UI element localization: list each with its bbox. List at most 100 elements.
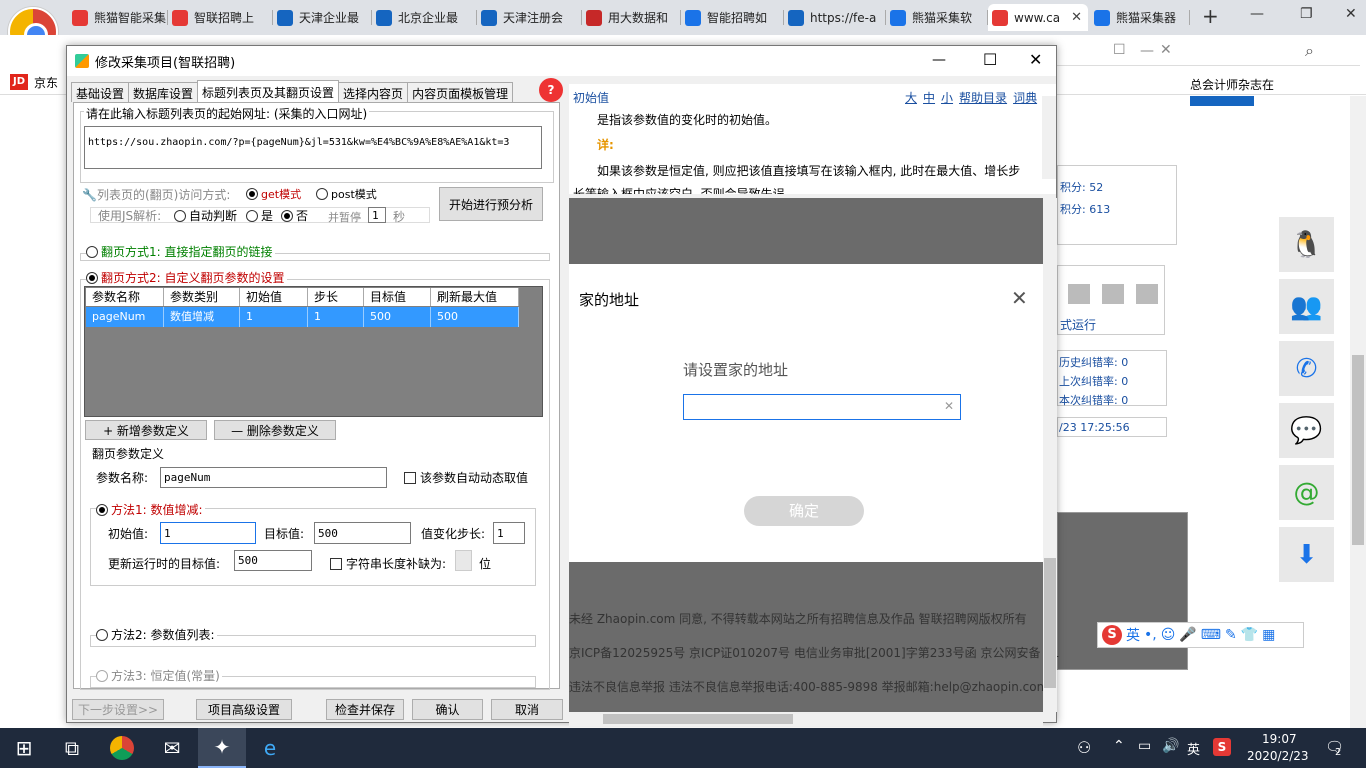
start-url-input[interactable]: https://sou.zhaopin.com/?p={pageNum}&jl=… [84, 126, 542, 169]
js-no-radio[interactable]: 否 [281, 207, 308, 224]
clear-input-icon[interactable]: ✕ [944, 399, 954, 413]
auto-dynamic-checkbox[interactable]: 该参数自动动态取值 [404, 469, 528, 486]
grid-cell[interactable]: 1 [308, 307, 364, 327]
modal-confirm-button[interactable]: 确定 [744, 496, 864, 526]
task-view-icon[interactable]: ⧉ [48, 728, 96, 768]
punctuation-icon[interactable]: •, [1144, 627, 1157, 643]
address-input[interactable]: ✕ [683, 394, 961, 420]
pad-length-checkbox[interactable]: 字符串长度补缺为: [330, 555, 446, 572]
browser-tab[interactable]: 天津企业最 [273, 4, 372, 31]
pause-seconds-input[interactable]: 1 [368, 207, 386, 223]
target-value-input[interactable]: 500 [314, 522, 411, 544]
param-grid-row[interactable]: pageNum 数值增减 1 1 500 500 [86, 307, 519, 327]
emoji-icon[interactable]: ☺ [1161, 627, 1176, 643]
dialog-tab[interactable]: 内容页面模板管理 [407, 82, 514, 102]
modal-close-icon[interactable]: ✕ [1011, 286, 1028, 310]
browser-tab[interactable]: 熊猫智能采集 [68, 4, 168, 31]
qq-icon[interactable]: 🐧 [1279, 217, 1334, 272]
browser-tab[interactable]: 天津注册会 [477, 4, 582, 31]
sogou-icon[interactable]: S [1102, 625, 1122, 645]
grid-header-cell[interactable]: 步长 [308, 288, 364, 306]
window-close-icon[interactable]: ✕ [1160, 42, 1172, 58]
add-param-button[interactable]: + 新增参数定义 [85, 420, 207, 440]
email-icon[interactable]: @ [1279, 465, 1334, 520]
dialog-tab[interactable]: 基础设置 [71, 82, 130, 102]
help-link[interactable]: 小 [941, 89, 953, 106]
method2-radio[interactable]: 方法2: 参数值列表: [96, 626, 217, 643]
help-link[interactable]: 帮助目录 [959, 89, 1007, 106]
help-link[interactable]: 中 [923, 89, 935, 106]
delete-param-button[interactable]: — 删除参数定义 [214, 420, 336, 440]
window-minimize-icon[interactable]: — [1140, 43, 1154, 59]
help-scrollbar[interactable] [1042, 96, 1056, 179]
preview-analyze-button[interactable]: 开始进行预分析 [439, 187, 543, 221]
tray-up-icon[interactable]: ⌃ [1113, 738, 1125, 754]
tab-close-icon[interactable]: ✕ [1071, 10, 1082, 25]
minimize-icon[interactable]: — [1250, 6, 1264, 22]
check-save-button[interactable]: 检查并保存 [326, 699, 404, 720]
panda-app-icon[interactable]: ✦ [198, 728, 246, 768]
chrome-taskbar-icon[interactable] [98, 728, 146, 768]
web-hscroll-thumb[interactable] [603, 714, 793, 724]
pause-icon[interactable] [1102, 284, 1124, 304]
tools-icon[interactable]: ✎ [1225, 627, 1237, 643]
method3-radio[interactable]: 方法3: 恒定值(常量) [96, 667, 222, 684]
help-icon[interactable]: ? [539, 78, 563, 102]
grid-header-cell[interactable]: 刷新最大值 [431, 288, 519, 306]
browser-tab[interactable]: 北京企业最 [372, 4, 477, 31]
search-icon[interactable]: ⌕ [1305, 41, 1314, 61]
grid-cell[interactable]: pageNum [86, 307, 164, 327]
dialog-tab[interactable]: 数据库设置 [128, 82, 199, 102]
help-link[interactable]: 大 [905, 89, 917, 106]
dialog-tab[interactable]: 标题列表页及其翻页设置 [197, 80, 340, 102]
download-icon[interactable]: ⬇ [1279, 527, 1334, 582]
browser-tab[interactable]: 用大数据和 [582, 4, 681, 31]
bookmark-jd[interactable]: 京东 [34, 74, 58, 91]
dialog-minimize-icon[interactable]: — [932, 52, 946, 68]
maximize-icon[interactable]: ❐ [1300, 6, 1313, 22]
paging-mode1-radio[interactable]: 翻页方式1: 直接指定翻页的链接 [86, 243, 275, 260]
phone-icon[interactable]: ✆ [1279, 341, 1334, 396]
grid-cell[interactable]: 500 [364, 307, 431, 327]
windows-start-icon[interactable]: ⊞ [0, 728, 48, 768]
grid-cell[interactable]: 数值增减 [164, 307, 240, 327]
refresh-target-input[interactable]: 500 [234, 550, 312, 571]
grid-header-cell[interactable]: 参数名称 [86, 288, 164, 306]
people-icon[interactable]: ⚇ [1077, 738, 1091, 757]
taskbar-lang[interactable]: 英 [1187, 739, 1200, 758]
browser-tab[interactable]: 熊猫采集软 [886, 4, 988, 31]
stop-icon[interactable] [1136, 284, 1158, 304]
post-mode-radio[interactable]: post模式 [316, 186, 377, 202]
users-icon[interactable]: 👥 [1279, 279, 1334, 334]
pad-length-input[interactable] [455, 550, 472, 571]
grid-cell[interactable]: 1 [240, 307, 308, 327]
grid-icon[interactable]: ▦ [1262, 627, 1275, 643]
next-step-button[interactable]: 下一步设置>> [72, 699, 164, 720]
clock-time[interactable]: 19:07 [1262, 732, 1297, 746]
web-horizontal-scrollbar[interactable] [569, 712, 1043, 726]
help-link[interactable]: 词典 [1013, 89, 1037, 106]
fast-forward-icon[interactable] [1068, 284, 1090, 304]
ime-lang[interactable]: 英 [1126, 625, 1140, 645]
dialog-close-icon[interactable]: ✕ [1029, 50, 1042, 69]
volume-icon[interactable]: 🔊 [1162, 738, 1179, 754]
sogou-tray-icon[interactable]: S [1213, 738, 1231, 756]
advanced-settings-button[interactable]: 项目高级设置 [196, 699, 292, 720]
browser-tab[interactable]: 智能招聘如 [681, 4, 784, 31]
param-name-input[interactable]: pageNum [160, 467, 387, 488]
paging-mode2-radio[interactable]: 翻页方式2: 自定义翻页参数的设置 [86, 269, 287, 286]
browser-tab[interactable]: https://fe-a [784, 4, 886, 31]
method1-radio[interactable]: 方法1: 数值增减: [96, 501, 205, 518]
dialog-maximize-icon[interactable]: ☐ [983, 50, 997, 69]
dialog-tab[interactable]: 选择内容页 [338, 82, 409, 102]
step-input[interactable]: 1 [493, 522, 525, 544]
grid-cell[interactable]: 500 [431, 307, 519, 327]
wechat-icon[interactable]: 💬 [1279, 403, 1334, 458]
grid-header-cell[interactable]: 初始值 [240, 288, 308, 306]
grid-header-cell[interactable]: 参数类别 [164, 288, 240, 306]
clock-date[interactable]: 2020/2/23 [1247, 749, 1309, 763]
close-icon[interactable]: ✕ [1345, 6, 1357, 22]
init-value-input[interactable]: 1 [160, 522, 256, 544]
web-vertical-scrollbar[interactable] [1043, 198, 1057, 712]
browser-tab[interactable]: 智联招聘上 [168, 4, 273, 31]
